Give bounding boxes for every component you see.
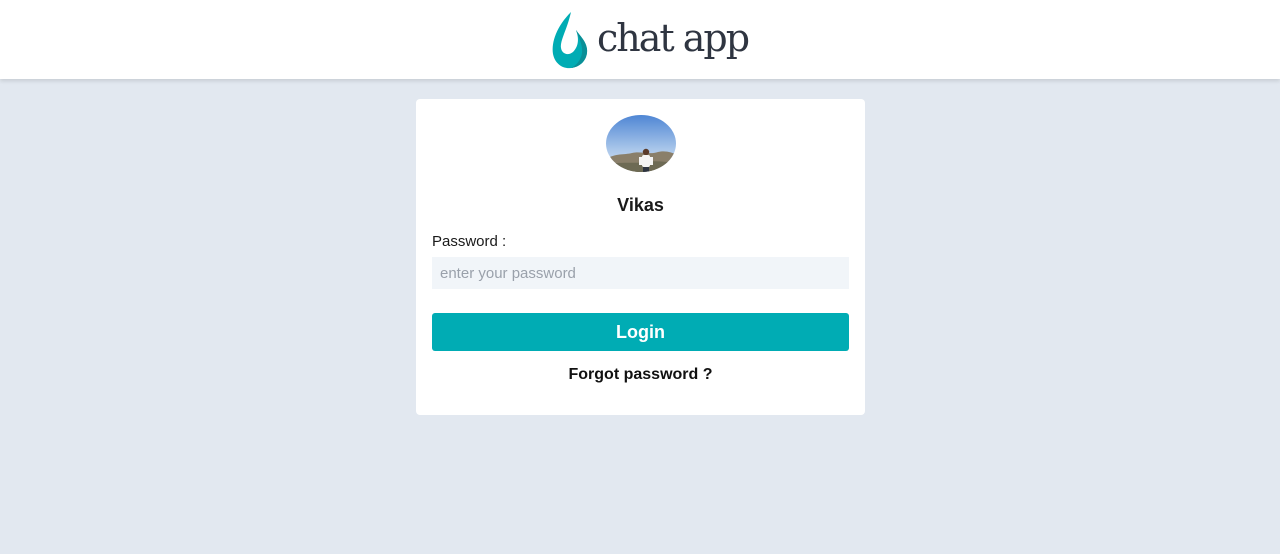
- password-input[interactable]: [432, 257, 849, 289]
- password-label: Password :: [432, 233, 507, 250]
- login-card: Vikas Password : Login Forgot password ?: [416, 99, 865, 415]
- flame-drop-icon: [552, 12, 588, 69]
- username: Vikas: [617, 195, 664, 215]
- forgot-password-link[interactable]: Forgot password ?: [416, 365, 865, 385]
- app-logo[interactable]: chat app: [549, 10, 750, 70]
- logo-text: chat app: [597, 16, 750, 60]
- avatar-photo: [606, 115, 676, 172]
- avatar: [606, 115, 676, 172]
- app-header: chat app: [0, 0, 1280, 79]
- login-button[interactable]: Login: [432, 313, 849, 351]
